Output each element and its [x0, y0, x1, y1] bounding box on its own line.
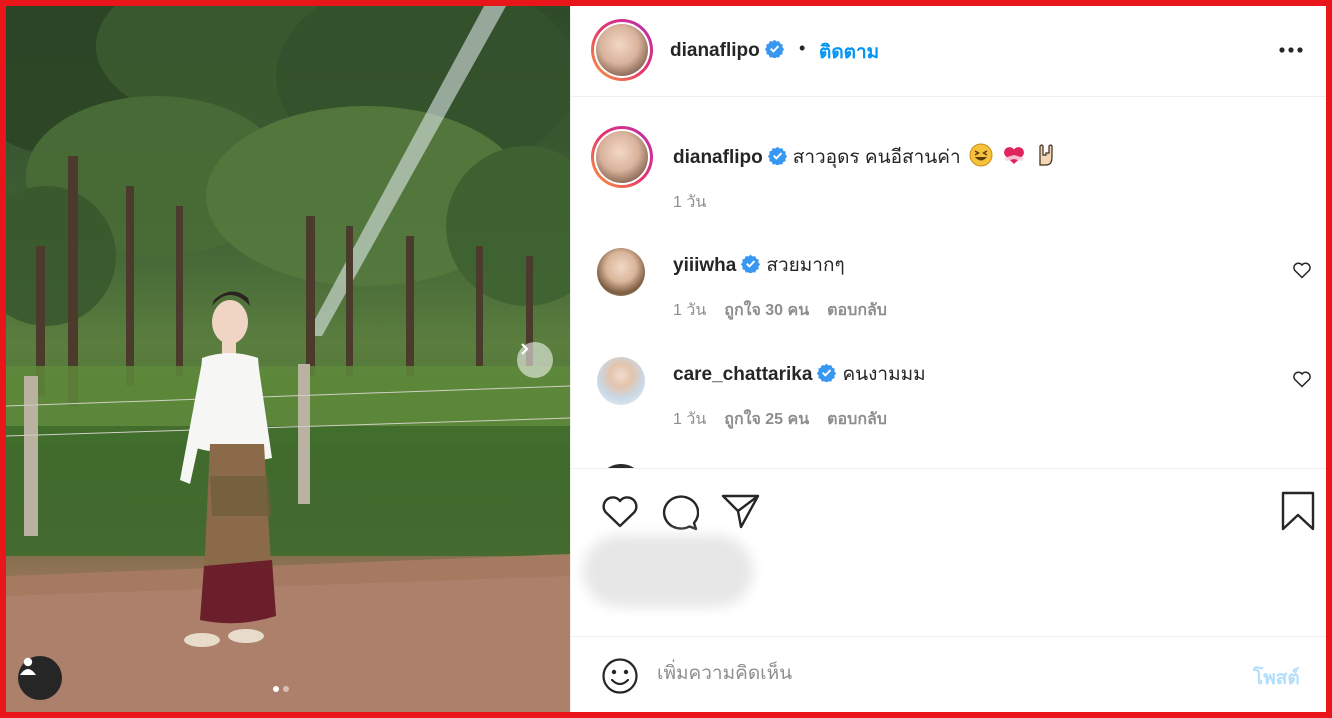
heart-icon[interactable] — [1292, 261, 1312, 279]
caption-text: สาวอุดร คนอีสานค่า — [792, 147, 961, 168]
comment-text: คนงามมม — [842, 364, 926, 385]
bookmark-icon[interactable] — [1281, 491, 1315, 531]
header-separator: • — [799, 38, 806, 58]
tagged-users-button[interactable] — [18, 656, 62, 700]
post-details-panel: dianaflipo • ติดตาม dianaflipo สาวอุดร คน… — [570, 6, 1326, 712]
user-tag-icon — [20, 657, 36, 675]
photo-illustration — [6, 6, 570, 712]
comment-text: สวยมากๆ — [766, 255, 845, 276]
comment-line: yiiiwha สวยมากๆ — [673, 250, 845, 280]
post-modal: dianaflipo • ติดตาม dianaflipo สาวอุดร คน… — [0, 0, 1332, 718]
reply-button[interactable]: ตอบกลับ — [827, 302, 887, 319]
next-photo-button[interactable] — [517, 342, 553, 378]
post-actions — [571, 468, 1326, 636]
comment-username[interactable]: care_chattarika — [673, 364, 812, 385]
emoji-icon[interactable] — [601, 657, 639, 695]
comment-avatar[interactable] — [597, 357, 645, 405]
post-photo[interactable] — [6, 6, 570, 712]
comment-icon[interactable] — [661, 493, 699, 531]
comment-input[interactable] — [657, 657, 1217, 691]
post-comment-button[interactable]: โพสต์ — [1253, 663, 1300, 693]
comments-list[interactable]: dianaflipo สาวอุดร คนอีสานค่า 1 วัน yiii… — [571, 98, 1326, 468]
carousel-dot-active — [273, 686, 279, 692]
author-username[interactable]: dianaflipo — [670, 39, 784, 62]
carousel-dot — [283, 686, 289, 692]
verified-icon — [817, 363, 837, 382]
grinning-squinting-face-icon — [969, 143, 993, 167]
reply-button[interactable]: ตอบกลับ — [827, 411, 887, 428]
heart-with-ribbon-icon — [1004, 147, 1025, 164]
post-header: dianaflipo • ติดตาม — [571, 6, 1326, 97]
share-icon[interactable] — [721, 493, 761, 529]
heart-icon[interactable] — [1292, 370, 1312, 388]
caption-author-avatar[interactable] — [591, 126, 653, 188]
verified-icon — [764, 39, 784, 58]
comment-meta: 1 วัน ถูกใจ 25 คน ตอบกลับ — [673, 407, 887, 432]
comment-likes[interactable]: ถูกใจ 30 คน — [724, 302, 809, 319]
caption-time: 1 วัน — [673, 194, 707, 211]
add-comment-bar: โพสต์ — [571, 636, 1326, 712]
caption-username[interactable]: dianaflipo — [673, 147, 763, 168]
caption-line: dianaflipo สาวอุดร คนอีสานค่า — [673, 142, 1056, 172]
verified-icon — [767, 146, 787, 165]
comment-username[interactable]: yiiiwha — [673, 255, 736, 276]
follow-button[interactable]: ติดตาม — [819, 37, 879, 67]
comment-likes[interactable]: ถูกใจ 25 คน — [724, 411, 809, 428]
author-avatar[interactable] — [591, 19, 653, 81]
chevron-right-icon — [521, 343, 529, 355]
carousel-indicator — [273, 686, 289, 692]
heart-icon[interactable] — [601, 495, 639, 529]
comment-time: 1 วัน — [673, 411, 707, 428]
comment-meta: 1 วัน ถูกใจ 30 คน ตอบกลับ — [673, 298, 887, 323]
comment-time: 1 วัน — [673, 302, 707, 319]
sign-of-the-horns-icon — [1038, 144, 1053, 166]
likes-summary-blurred — [583, 535, 753, 607]
comment-line: care_chattarika คนงามมม — [673, 359, 926, 389]
verified-icon — [741, 254, 761, 273]
more-icon[interactable] — [1278, 46, 1304, 54]
comment-avatar[interactable] — [597, 248, 645, 296]
